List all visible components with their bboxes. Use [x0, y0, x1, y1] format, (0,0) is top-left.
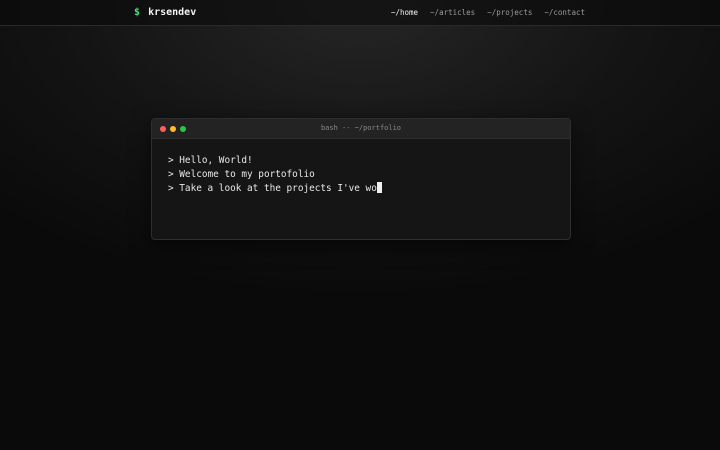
brand-logo[interactable]: $ krsendev — [134, 6, 196, 19]
nav-links: ~/home ~/articles ~/projects ~/contact — [391, 8, 585, 17]
terminal-line-text: > Take a look at the projects I've wo — [168, 183, 377, 194]
navbar: $ krsendev ~/home ~/articles ~/projects … — [0, 0, 720, 26]
text-cursor — [376, 182, 383, 193]
brand-name: krsendev — [148, 7, 197, 18]
nav-link-contact[interactable]: ~/contact — [544, 8, 585, 17]
terminal-line-text: > Hello, World! — [168, 155, 253, 166]
nav-link-articles[interactable]: ~/articles — [430, 8, 475, 17]
nav-link-projects[interactable]: ~/projects — [487, 8, 532, 17]
terminal-title-bar: bash -- ~/portfolio — [152, 119, 570, 139]
terminal-line: > Take a look at the projects I've wo — [168, 182, 554, 196]
terminal-line-text: > Welcome to my portofolio — [168, 169, 315, 180]
terminal-line: > Welcome to my portofolio — [168, 168, 554, 182]
brand-dollar-symbol: $ — [134, 7, 141, 18]
terminal-line: > Hello, World! — [168, 154, 554, 168]
terminal-title: bash -- ~/portfolio — [320, 124, 402, 132]
nav-link-home[interactable]: ~/home — [391, 8, 418, 17]
terminal-body: > Hello, World! > Welcome to my portofol… — [152, 139, 570, 196]
terminal-window: bash -- ~/portfolio > Hello, World! > We… — [151, 118, 571, 240]
